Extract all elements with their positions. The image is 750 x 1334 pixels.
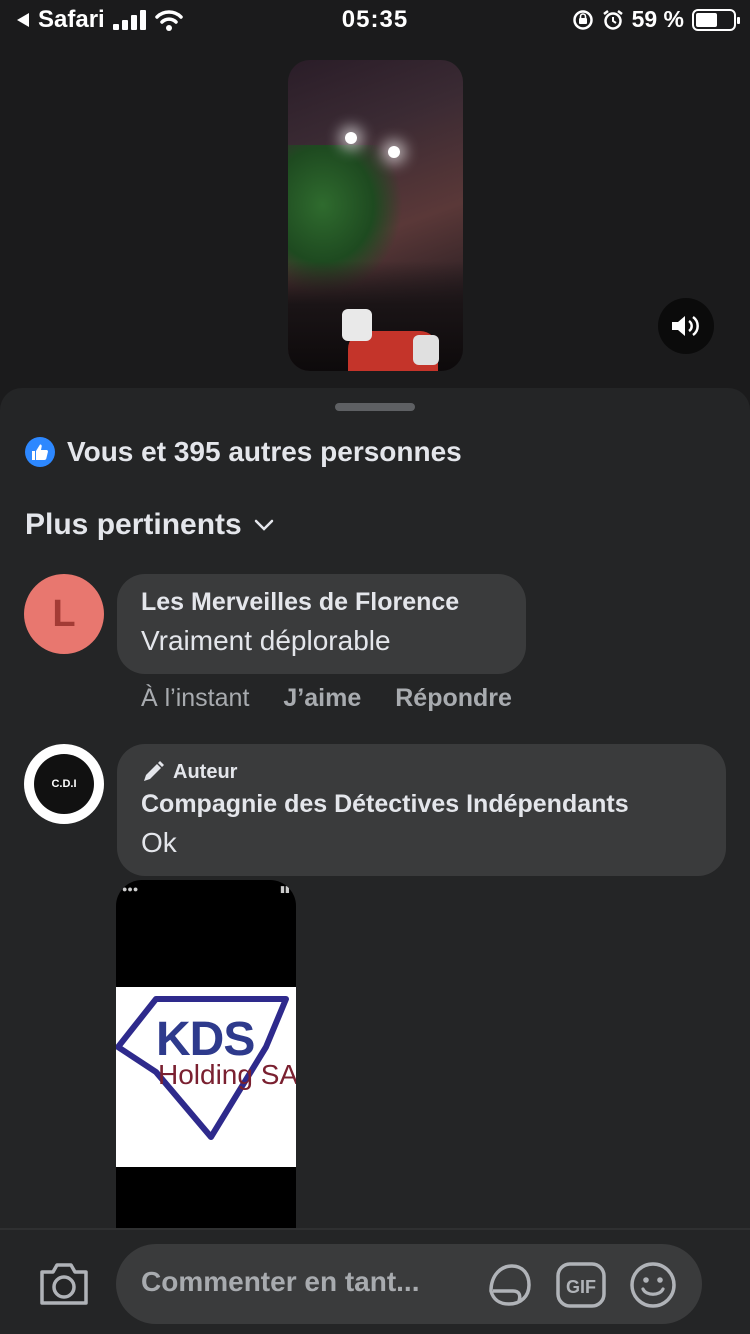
- status-bar: Safari 05:35 59 %: [0, 0, 750, 42]
- comment-input[interactable]: Commenter en tant... GIF: [116, 1244, 702, 1324]
- comment-time: À l’instant: [141, 684, 250, 712]
- battery-fill: [696, 12, 717, 27]
- avatar[interactable]: L: [24, 574, 104, 654]
- sort-label: Plus pertinents: [25, 508, 242, 541]
- emoji-icon: [630, 1262, 676, 1308]
- gif-icon: GIF: [556, 1262, 606, 1308]
- cdi-logo: C.D.I: [34, 754, 94, 814]
- avatar-sticker-button[interactable]: [484, 1260, 534, 1310]
- camera-icon: [40, 1263, 88, 1305]
- sort-dropdown[interactable]: Plus pertinents: [25, 508, 274, 542]
- holding-text: Holding SA: [158, 1059, 296, 1090]
- comment-composer: Commenter en tant... GIF: [0, 1228, 750, 1334]
- sound-toggle-button[interactable]: [658, 298, 714, 354]
- avatar[interactable]: C.D.I: [24, 744, 104, 824]
- comment-author[interactable]: Les Merveilles de Florence: [141, 588, 502, 617]
- battery-icon: [692, 8, 740, 31]
- pencil-icon: [144, 761, 164, 781]
- camera-button[interactable]: [38, 1260, 90, 1308]
- emoji-button[interactable]: [628, 1260, 678, 1310]
- orientation-lock-icon: [572, 9, 593, 30]
- svg-text:GIF: GIF: [566, 1277, 596, 1297]
- status-right: 59 %: [572, 6, 740, 33]
- battery-percent: 59 %: [631, 6, 684, 32]
- comment-placeholder: Commenter en tant...: [141, 1266, 420, 1297]
- chevron-down-icon: [254, 519, 273, 531]
- comment-bubble[interactable]: Auteur Compagnie des Détectives Indépend…: [117, 744, 726, 876]
- comments-sheet: Vous et 395 autres personnes Plus pertin…: [0, 388, 750, 1334]
- avatar-sticker-icon: [489, 1264, 531, 1306]
- comment-bubble[interactable]: Les Merveilles de Florence Vraiment dépl…: [117, 574, 526, 674]
- comment-attachment-image[interactable]: ●●● ▮▮ KDS Holding SA: [116, 880, 296, 1230]
- author-badge-label: Auteur: [173, 760, 238, 783]
- sheet-drag-handle[interactable]: [335, 403, 415, 411]
- alarm-icon: [602, 9, 623, 30]
- comment-text: Vraiment déplorable: [141, 625, 391, 656]
- author-badge: Auteur: [141, 760, 702, 784]
- reactions-summary[interactable]: Vous et 395 autres personnes: [25, 436, 462, 468]
- comment-author[interactable]: Compagnie des Détectives Indépendants: [141, 790, 702, 819]
- reply-button[interactable]: Répondre: [395, 684, 512, 713]
- comment-actions: À l’instant J’aime Répondre: [141, 684, 512, 713]
- comment-text: Ok: [141, 827, 177, 858]
- like-comment-button[interactable]: J’aime: [283, 684, 361, 713]
- gif-button[interactable]: GIF: [556, 1260, 606, 1310]
- reactions-text: Vous et 395 autres personnes: [67, 436, 462, 467]
- speaker-icon: [672, 315, 699, 337]
- like-icon: [25, 437, 55, 467]
- kds-logo: KDS Holding SA: [116, 987, 296, 1167]
- video-thumbnail[interactable]: [288, 60, 463, 371]
